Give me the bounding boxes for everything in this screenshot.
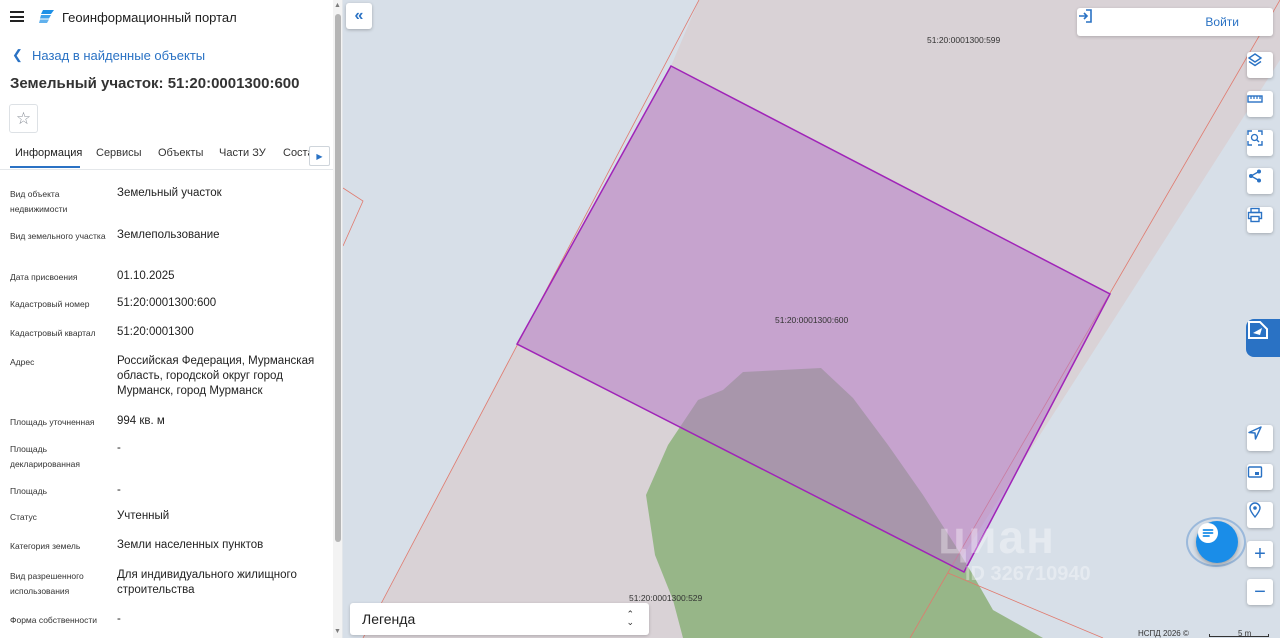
print-button[interactable] [1247,207,1273,233]
property-value: Земли населенных пунктов [117,539,264,551]
locate-icon [1248,426,1262,440]
login-button[interactable]: Войти [1077,8,1273,36]
chevron-left-icon: ❮ [12,47,23,62]
property-value: - [117,484,121,496]
property-label: Кадастровый номер [10,299,90,309]
scale-label: 5 m [1238,629,1252,638]
tab-services[interactable]: Сервисы [96,147,142,159]
property-label: Площадь декларированная [10,444,80,469]
geolocation-icon [1249,502,1261,518]
double-chevron-left-icon: « [354,7,364,24]
property-value: - [117,442,121,454]
geolocation-button[interactable] [1247,502,1273,528]
property-label: Площадь [10,486,48,496]
app-root: Геоинформационный портал ❮ Назад в найде… [0,0,1280,638]
caret-right-icon: ▶ [316,151,323,161]
login-label: Войти [1205,15,1239,29]
select-area-icon [1247,130,1263,146]
tab-objects[interactable]: Объекты [158,147,203,159]
page-title: Земельный участок: 51:20:0001300:600 [10,75,300,92]
share-icon [1249,169,1261,183]
watermark-id: ID 326710940 [965,563,1091,585]
zoom-in-button[interactable]: + [1247,541,1273,567]
app-title: Геоинформационный портал [62,10,237,25]
sort-arrows-icon: ⌃ ⌄ [626,609,634,627]
select-area-button[interactable] [1247,130,1273,156]
property-label: Вид объекта недвижимости [10,189,68,214]
property-value: Для индивидуального жилищного строительс… [117,569,297,596]
property-label: Вид разрешенного использования [10,571,84,596]
property-label: Статус [10,512,37,522]
collapse-panel-button[interactable]: « [346,3,372,29]
minimap-icon [1247,466,1263,478]
widget-logo-icon [1248,321,1268,339]
zoom-out-button[interactable]: − [1247,579,1273,605]
minimap-button[interactable] [1247,464,1273,490]
print-icon [1247,207,1263,223]
map-attribution: НСПД 2026 © [1138,629,1189,638]
zoom-out-icon: − [1254,581,1266,603]
property-label: Вид земельного участка [10,231,106,241]
layers-button[interactable] [1247,52,1273,78]
ruler-icon [1247,95,1263,103]
scroll-up-icon[interactable]: ▲ [334,2,341,9]
parcel-label-south: 51:20:0001300:529 [629,593,703,603]
watermark-text: циан [938,511,1056,563]
property-label: Категория земель [10,541,81,551]
property-value: - [117,613,121,625]
legend-label: Легенда [362,611,416,627]
map-canvas[interactable]: 51:20:0001300:599 51:20:0001300:600 51:2… [343,0,1280,638]
property-value: 994 кв. м [117,415,165,427]
active-tab-indicator [10,166,80,168]
property-value: Российская Федерация, Мурманская область… [117,355,315,397]
share-button[interactable] [1247,168,1273,194]
chat-icon [1198,523,1218,543]
tab-bar: Информация Сервисы Объекты Части ЗУ Сост… [0,142,333,170]
login-icon [1079,9,1092,23]
tabs-scroll-right-button[interactable]: ▶ [309,146,330,166]
info-panel: Геоинформационный портал ❮ Назад в найде… [0,0,343,638]
property-value: 51:20:0001300:600 [117,297,217,309]
favorite-button[interactable]: ☆ [9,104,38,133]
star-icon: ☆ [15,108,32,128]
portal-logo-icon [39,10,54,23]
tab-parcel-parts[interactable]: Части ЗУ [219,147,266,159]
zoom-in-icon: + [1254,543,1266,565]
layers-icon [1247,53,1263,67]
back-link-label: Назад в найденные объекты [32,47,206,63]
panel-scrollbar-thumb[interactable] [335,14,341,542]
panel-header: Геоинформационный портал [0,0,342,34]
side-widget-button[interactable] [1246,319,1280,357]
menu-icon[interactable] [10,11,24,22]
parcel-label-north: 51:20:0001300:599 [927,35,1001,45]
property-value: Учтенный [117,510,170,522]
parcel-label-selected: 51:20:0001300:600 [775,315,849,325]
property-label: Площадь уточненная [10,417,95,427]
scroll-down-icon[interactable]: ▼ [334,628,341,635]
ruler-button[interactable] [1247,91,1273,117]
locate-button[interactable] [1247,425,1273,451]
parcel-boundary-far-left [343,187,364,247]
property-label: Форма собственности [10,615,97,625]
property-value: Землепользование [117,229,220,241]
tab-information[interactable]: Информация [15,147,82,159]
property-value: 51:20:0001300 [117,326,194,338]
back-to-results-link[interactable]: ❮ Назад в найденные объекты [12,47,205,63]
property-value: Земельный участок [117,187,222,199]
property-label: Кадастровый квартал [10,328,96,338]
property-label: Дата присвоения [10,272,78,282]
property-value: 01.10.2025 [117,270,175,282]
legend-dropdown[interactable]: Легенда ⌃ ⌄ [350,603,649,635]
chat-button[interactable] [1196,521,1238,563]
property-label: Адрес [10,357,35,367]
